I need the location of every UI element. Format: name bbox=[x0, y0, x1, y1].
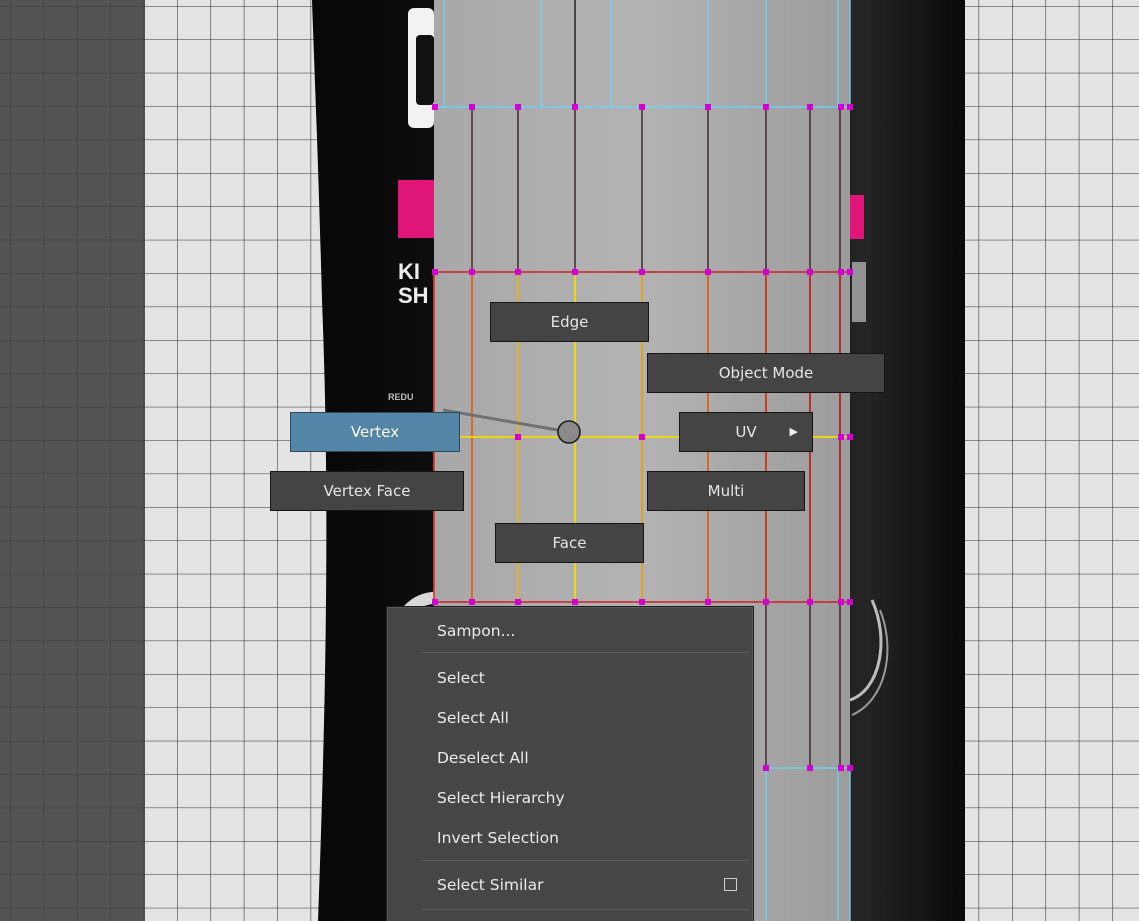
menu-item-invert-selection[interactable]: Invert Selection bbox=[387, 823, 753, 853]
marking-menu-vertex-face[interactable]: Vertex Face bbox=[270, 471, 464, 511]
select-similar-label: Select Similar bbox=[437, 876, 544, 894]
context-menu: Sampon... Select Select All Deselect All… bbox=[386, 606, 754, 921]
menu-item-select-similar[interactable]: Select Similar bbox=[387, 870, 753, 900]
marking-menu-multi[interactable]: Multi bbox=[647, 471, 805, 511]
submenu-arrow-icon: ▶ bbox=[789, 425, 798, 438]
menu-item-select-all[interactable]: Select All bbox=[387, 703, 753, 733]
context-menu-title[interactable]: Sampon... bbox=[387, 616, 753, 646]
menu-item-select[interactable]: Select bbox=[387, 663, 753, 693]
marking-menu-object-mode[interactable]: Object Mode bbox=[647, 353, 885, 393]
marking-menu-face[interactable]: Face bbox=[495, 523, 644, 563]
uv-label: UV bbox=[735, 423, 757, 441]
context-menu-separator bbox=[421, 652, 749, 653]
menu-item-deselect-all[interactable]: Deselect All bbox=[387, 743, 753, 773]
marking-menu-vertex[interactable]: Vertex bbox=[290, 412, 460, 452]
option-box-checkbox[interactable] bbox=[724, 878, 737, 891]
marking-menu-uv[interactable]: UV ▶ bbox=[679, 412, 813, 452]
context-menu-separator bbox=[421, 860, 749, 861]
viewport-3d[interactable]: KI SH REDU Edge Object Mode Vertex UV ▶ … bbox=[0, 0, 1139, 921]
context-menu-separator bbox=[421, 909, 749, 910]
menu-item-select-hierarchy[interactable]: Select Hierarchy bbox=[387, 783, 753, 813]
marking-menu-edge[interactable]: Edge bbox=[490, 302, 649, 342]
